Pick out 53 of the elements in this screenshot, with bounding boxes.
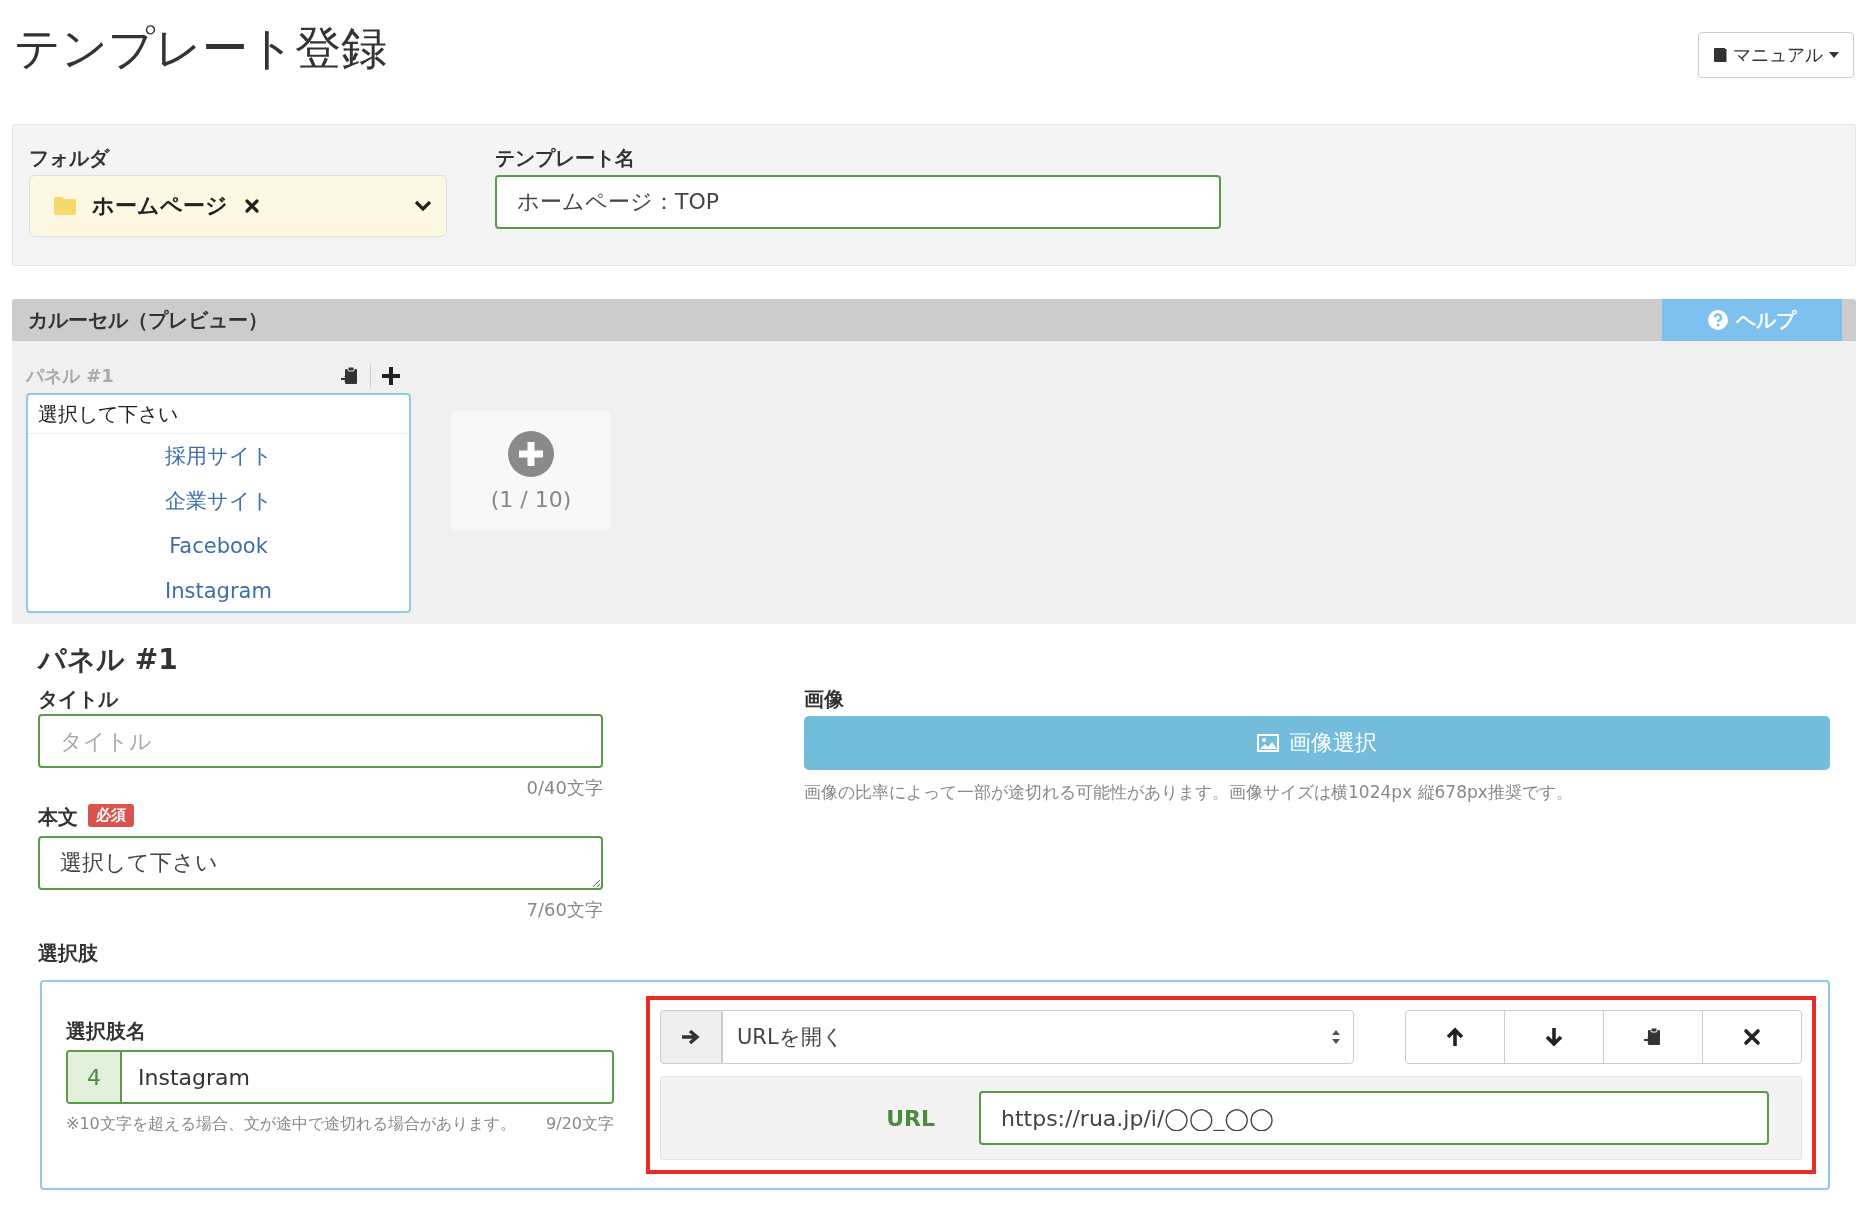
image-icon — [1257, 734, 1279, 752]
caret-icon — [1829, 52, 1839, 58]
chevron-down-icon — [414, 200, 432, 212]
image-hint: 画像の比率によって一部が途切れる可能性があります。画像サイズは横1024px 縦678px推奨です。 — [804, 781, 1574, 804]
move-down-button[interactable] — [1504, 1010, 1604, 1065]
panel-label: パネル #1 — [26, 364, 114, 388]
field-label: フォルダ — [29, 145, 111, 172]
field-label: 本文 — [38, 804, 78, 831]
preview-choice[interactable]: 企業サイト — [28, 479, 409, 524]
help-icon — [1708, 310, 1728, 330]
choice-name-field[interactable]: 4 Instagram — [66, 1050, 614, 1104]
plus-circle-icon — [508, 430, 554, 477]
plus-icon[interactable] — [381, 366, 401, 386]
action-select[interactable]: URLを開く — [722, 1010, 1354, 1065]
folder-select[interactable]: ホームページ — [29, 175, 447, 237]
arrow-up-icon — [1446, 1027, 1464, 1048]
copy-button[interactable] — [1603, 1010, 1703, 1065]
url-field[interactable]: https://rua.jp/i/◯◯_◯◯ — [979, 1091, 1769, 1146]
remove-icon[interactable] — [244, 198, 260, 214]
book-icon — [1713, 47, 1727, 63]
preview-choice[interactable]: Facebook — [28, 524, 409, 569]
preview-choice[interactable]: 採用サイト — [28, 434, 409, 479]
manual-button[interactable]: マニュアル — [1698, 32, 1854, 78]
clipboard-icon — [1643, 1027, 1663, 1048]
delete-button[interactable] — [1702, 1010, 1802, 1065]
folder-name: ホームページ — [92, 192, 228, 220]
template-name-field[interactable]: ホームページ：TOP — [495, 175, 1221, 229]
preview-choice[interactable]: Instagram — [28, 569, 409, 614]
preview-title: 選択して下さい — [28, 395, 409, 434]
clipboard-icon[interactable] — [340, 366, 360, 386]
title-field[interactable]: タイトル — [38, 714, 603, 768]
panel-heading: パネル #1 — [38, 642, 179, 678]
choice-hint: ※10文字を超える場合、文が途中で途切れる場合があります。 — [66, 1113, 517, 1135]
char-counter: 7/60文字 — [525, 898, 603, 922]
section-label: 選択肢 — [38, 940, 99, 967]
char-counter: 0/40文字 — [525, 776, 603, 800]
required-badge: 必須 — [88, 803, 134, 827]
field-label: 選択肢名 — [66, 1018, 147, 1045]
page-title: テンプレート登録 — [14, 20, 387, 77]
char-counter: 9/20文字 — [546, 1113, 614, 1135]
arrow-right-icon — [681, 1029, 701, 1046]
url-label: URL — [885, 1105, 936, 1131]
field-label: テンプレート名 — [495, 145, 636, 172]
field-label: 画像 — [804, 686, 845, 713]
panel-preview[interactable]: 選択して下さい 採用サイト 企業サイト Facebook Instagram — [26, 393, 411, 613]
field-label: タイトル — [38, 686, 120, 713]
choice-number: 4 — [68, 1052, 122, 1102]
section-title: カルーセル（プレビュー） — [28, 306, 268, 334]
body-textarea[interactable]: 選択して下さい — [38, 836, 603, 890]
folder-icon — [54, 197, 76, 215]
close-icon — [1743, 1028, 1761, 1047]
arrow-down-icon — [1545, 1027, 1563, 1048]
move-up-button[interactable] — [1405, 1010, 1505, 1065]
